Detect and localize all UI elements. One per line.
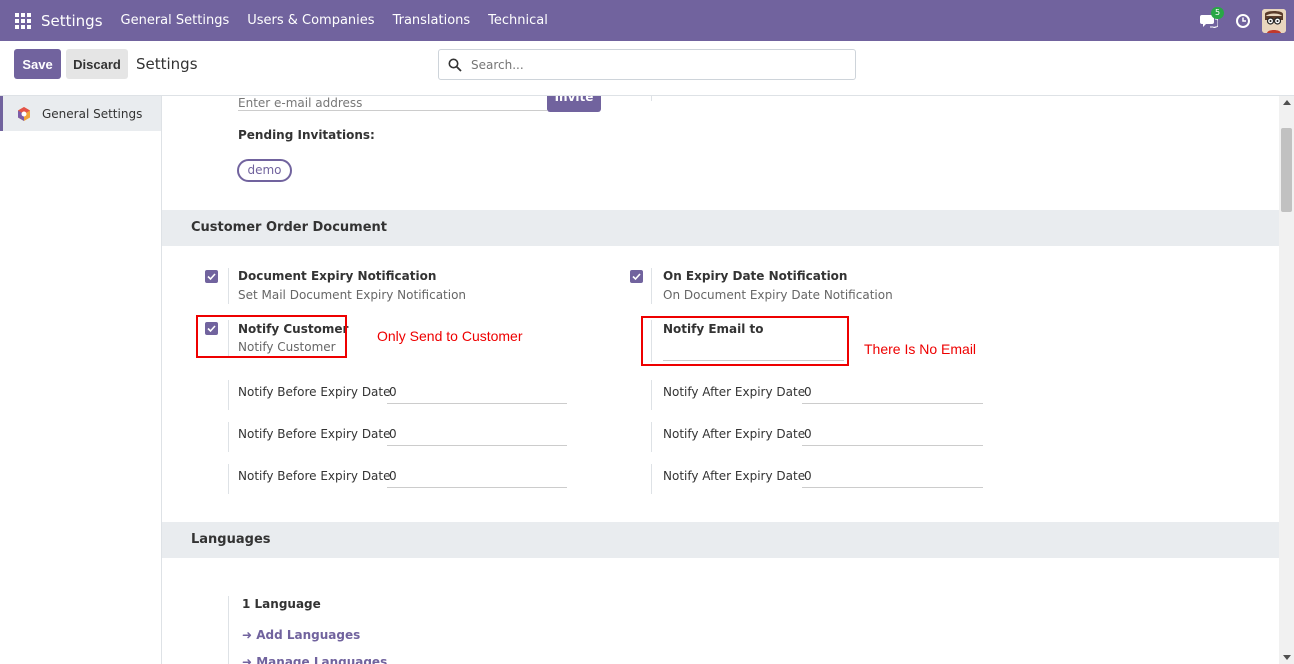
scrollbar-thumb[interactable] bbox=[1281, 128, 1292, 212]
chat-icon[interactable]: 5 bbox=[1200, 6, 1225, 28]
invite-button[interactable]: Invite bbox=[547, 96, 601, 112]
search-box[interactable] bbox=[438, 49, 856, 80]
vertical-scrollbar[interactable] bbox=[1279, 96, 1294, 664]
control-panel: Save Discard Settings bbox=[0, 41, 1294, 96]
annotation-box-notify-customer bbox=[196, 315, 347, 358]
notify-before-label: Notify Before Expiry Date bbox=[238, 385, 391, 399]
expiry-notification-checkbox[interactable] bbox=[205, 270, 218, 283]
divider bbox=[228, 596, 229, 664]
notify-after-input-line bbox=[802, 445, 983, 446]
chat-count-badge: 5 bbox=[1211, 6, 1225, 19]
manage-languages-label: Manage Languages bbox=[256, 655, 388, 664]
pending-invitations-label: Pending Invitations: bbox=[238, 128, 375, 142]
language-count: 1 Language bbox=[242, 597, 321, 611]
on-expiry-notification-title: On Expiry Date Notification bbox=[663, 269, 848, 283]
expiry-notification-desc: Set Mail Document Expiry Notification bbox=[238, 288, 467, 302]
notify-before-value[interactable]: 0 bbox=[389, 385, 397, 399]
notify-before-value[interactable]: 0 bbox=[389, 469, 397, 483]
annotation-note-customer: Only Send to Customer bbox=[377, 328, 523, 344]
notify-after-value[interactable]: 0 bbox=[804, 427, 812, 441]
notify-before-value[interactable]: 0 bbox=[389, 427, 397, 441]
menu-technical[interactable]: Technical bbox=[488, 13, 548, 28]
notify-before-input-line bbox=[387, 403, 567, 404]
app-brand[interactable]: Settings bbox=[41, 12, 103, 30]
menu-users-companies[interactable]: Users & Companies bbox=[247, 13, 374, 28]
settings-content: Enter e-mail address Invite Pending Invi… bbox=[162, 96, 1279, 664]
notify-before-label: Notify Before Expiry Date bbox=[238, 427, 391, 441]
on-expiry-notification-desc: On Document Expiry Date Notification bbox=[663, 288, 893, 302]
page-title: Settings bbox=[136, 55, 198, 73]
arrow-right-icon: ➜ bbox=[242, 655, 257, 664]
top-navbar: Settings General Settings Users & Compan… bbox=[0, 0, 1294, 41]
discard-button[interactable]: Discard bbox=[66, 49, 128, 79]
add-languages-label: Add Languages bbox=[256, 628, 361, 642]
notify-before-input-line bbox=[387, 445, 567, 446]
notify-after-value[interactable]: 0 bbox=[804, 385, 812, 399]
notify-before-input-line bbox=[387, 487, 567, 488]
divider bbox=[651, 464, 652, 494]
sidebar-item-general-settings[interactable]: General Settings bbox=[0, 96, 161, 131]
divider bbox=[228, 268, 229, 304]
notify-before-label: Notify Before Expiry Date bbox=[238, 469, 391, 483]
divider bbox=[228, 464, 229, 494]
scroll-up-arrow-icon[interactable] bbox=[1283, 100, 1291, 105]
annotation-box-notify-email bbox=[641, 316, 849, 366]
save-button[interactable]: Save bbox=[14, 49, 61, 79]
divider bbox=[651, 268, 652, 304]
apps-menu-icon[interactable] bbox=[15, 12, 31, 29]
divider bbox=[228, 422, 229, 452]
notify-after-input-line bbox=[802, 403, 983, 404]
expiry-notification-title: Document Expiry Notification bbox=[238, 269, 437, 283]
annotation-note-email: There Is No Email bbox=[864, 341, 977, 357]
notify-after-label: Notify After Expiry Date bbox=[663, 385, 806, 399]
scroll-down-arrow-icon[interactable] bbox=[1283, 655, 1291, 660]
menu-translations[interactable]: Translations bbox=[393, 13, 471, 28]
on-expiry-notification-checkbox[interactable] bbox=[630, 270, 643, 283]
divider bbox=[228, 380, 229, 410]
divider bbox=[651, 422, 652, 452]
manage-languages-link[interactable]: ➜ Manage Languages bbox=[242, 655, 387, 664]
settings-sidebar: General Settings bbox=[0, 96, 162, 664]
add-languages-link[interactable]: ➜ Add Languages bbox=[242, 628, 360, 642]
notify-after-label: Notify After Expiry Date bbox=[663, 427, 806, 441]
divider bbox=[651, 380, 652, 410]
arrow-right-icon: ➜ bbox=[242, 628, 257, 642]
search-input[interactable] bbox=[471, 57, 831, 72]
notify-after-input-line bbox=[802, 487, 983, 488]
email-invite-input[interactable]: Enter e-mail address bbox=[238, 96, 547, 111]
sidebar-item-label: General Settings bbox=[42, 106, 143, 121]
activity-clock-icon[interactable] bbox=[1236, 13, 1250, 28]
notify-after-value[interactable]: 0 bbox=[804, 469, 812, 483]
notify-after-label: Notify After Expiry Date bbox=[663, 469, 806, 483]
section-header-languages: Languages bbox=[162, 522, 1279, 558]
search-icon bbox=[448, 58, 462, 72]
user-avatar[interactable] bbox=[1262, 8, 1286, 33]
section-header-customer-order: Customer Order Document bbox=[162, 210, 1279, 246]
pending-user-tag[interactable]: demo bbox=[237, 159, 292, 182]
divider bbox=[651, 96, 652, 101]
menu-general-settings[interactable]: General Settings bbox=[121, 13, 230, 28]
odoo-logo-icon bbox=[18, 106, 30, 121]
